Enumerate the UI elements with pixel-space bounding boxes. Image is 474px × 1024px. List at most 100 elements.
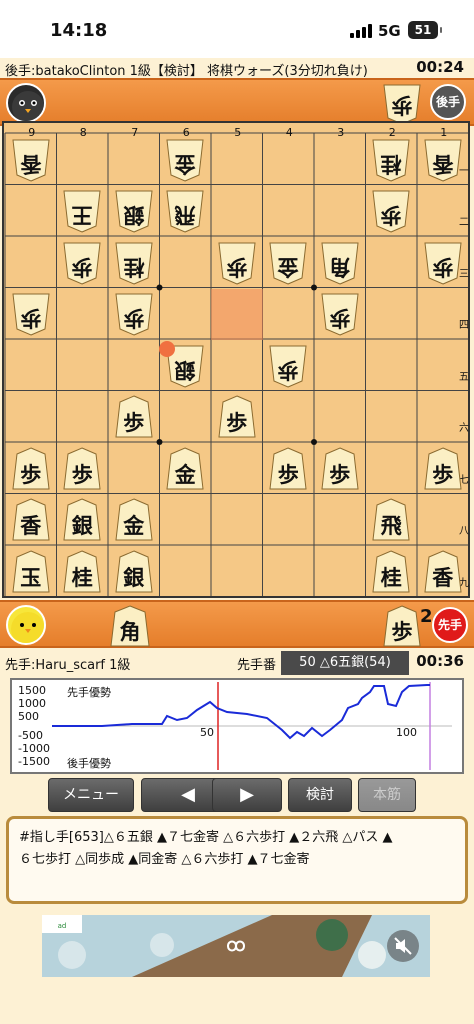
gote-turn-badge: 後手 bbox=[430, 84, 466, 120]
gote-piece[interactable]: 歩 bbox=[267, 343, 309, 389]
sente-hand: 角 歩 2 先手 bbox=[0, 600, 474, 648]
gote-piece[interactable]: 桂 bbox=[113, 240, 155, 286]
piece-label: 歩 bbox=[226, 254, 248, 280]
sente-piece[interactable]: 玉 bbox=[10, 549, 52, 595]
sente-piece[interactable]: 桂 bbox=[61, 549, 103, 595]
sente-piece[interactable]: 飛 bbox=[370, 497, 412, 543]
battery-icon: 51 bbox=[408, 21, 442, 39]
sente-hand-bishop[interactable]: 角 bbox=[108, 604, 152, 648]
piece-label: 金 bbox=[174, 461, 196, 487]
column-label: 7 bbox=[131, 126, 139, 139]
sente-piece[interactable]: 歩 bbox=[319, 446, 361, 492]
gote-piece[interactable]: 歩 bbox=[422, 240, 464, 286]
y-label-1500: 1500 bbox=[18, 684, 46, 697]
gote-piece[interactable]: 香 bbox=[422, 137, 464, 183]
mute-icon[interactable] bbox=[387, 930, 419, 962]
row-label: 八 bbox=[459, 526, 469, 538]
row-label: 二 bbox=[459, 217, 469, 229]
piece-label: 金 bbox=[123, 513, 145, 539]
piece-label: 歩 bbox=[226, 410, 248, 436]
y-label-neg500: -500 bbox=[18, 729, 43, 742]
sente-piece[interactable]: 歩 bbox=[10, 446, 52, 492]
star-point bbox=[311, 284, 317, 291]
piece-label: 香 bbox=[20, 151, 42, 177]
sente-piece[interactable]: 銀 bbox=[113, 549, 155, 595]
gote-piece[interactable]: 歩 bbox=[370, 188, 412, 234]
sente-piece[interactable]: 金 bbox=[113, 497, 155, 543]
status-time: 14:18 bbox=[50, 20, 108, 41]
sente-piece[interactable]: 金 bbox=[164, 446, 206, 492]
gote-piece[interactable]: 王 bbox=[61, 188, 103, 234]
kifu-line-1: #指し手[653]△６五銀 ▲７七金寄 △６六歩打 ▲２六飛 △パス ▲ bbox=[19, 830, 393, 845]
piece-label: 歩 bbox=[329, 306, 351, 332]
next-move-button[interactable]: ▶ bbox=[212, 778, 282, 812]
sente-piece[interactable]: 歩 bbox=[267, 446, 309, 492]
gote-piece[interactable]: 歩 bbox=[319, 291, 361, 337]
piece-label: 歩 bbox=[391, 93, 413, 118]
star-point bbox=[311, 439, 317, 445]
gote-piece[interactable]: 角 bbox=[319, 240, 361, 286]
kifu-panel[interactable]: #指し手[653]△６五銀 ▲７七金寄 △６六歩打 ▲２六飛 △パス ▲ ６七歩… bbox=[6, 816, 468, 904]
y-label-neg1500: -1500 bbox=[18, 755, 50, 768]
penguin-icon bbox=[12, 91, 44, 121]
menu-button[interactable]: メニュー bbox=[48, 778, 134, 812]
piece-label: 銀 bbox=[174, 357, 196, 383]
gote-player-info: 後手:batakoClinton 1級【検討】 将棋ウォーズ(3分切れ負け) bbox=[5, 64, 368, 79]
x-label-50: 50 bbox=[200, 726, 214, 739]
analyze-button[interactable]: 検討 bbox=[288, 778, 352, 812]
sente-piece[interactable]: 桂 bbox=[370, 549, 412, 595]
piece-label: 桂 bbox=[380, 151, 402, 177]
piece-label: 香 bbox=[432, 151, 454, 177]
sente-hand-pawn[interactable]: 歩 bbox=[383, 604, 421, 648]
row-label: 六 bbox=[459, 423, 469, 435]
sente-piece[interactable]: 銀 bbox=[61, 497, 103, 543]
evaluation-graph[interactable]: 先手優勢 後手優勢 1500 1000 500 -500 -1000 -1500… bbox=[10, 678, 464, 774]
gote-piece[interactable]: 桂 bbox=[370, 137, 412, 183]
sente-piece[interactable]: 歩 bbox=[422, 446, 464, 492]
piece-label: 角 bbox=[119, 619, 141, 644]
piece-label: 桂 bbox=[380, 564, 402, 590]
sente-avatar bbox=[6, 605, 46, 645]
star-point bbox=[156, 439, 163, 445]
gote-piece[interactable]: 金 bbox=[164, 137, 206, 183]
last-move-marker bbox=[158, 341, 175, 357]
star-point bbox=[156, 284, 163, 291]
piece-label: 歩 bbox=[432, 461, 454, 487]
gote-avatar bbox=[6, 83, 46, 123]
kifu-line-2: ６七歩打 △同歩成 ▲同金寄 △６六歩打 ▲７七金寄 bbox=[19, 852, 310, 867]
gote-piece[interactable]: 歩 bbox=[113, 291, 155, 337]
gote-piece[interactable]: 飛 bbox=[164, 188, 206, 234]
gote-hand-pawn[interactable]: 歩 bbox=[383, 82, 421, 126]
y-label-500: 500 bbox=[18, 710, 39, 723]
piece-label: 銀 bbox=[71, 513, 93, 539]
y-label-1000: 1000 bbox=[18, 697, 46, 710]
gote-piece[interactable]: 歩 bbox=[10, 291, 52, 337]
gote-piece[interactable]: 歩 bbox=[216, 240, 258, 286]
piece-label: 玉 bbox=[20, 564, 42, 590]
x-label-100: 100 bbox=[396, 726, 417, 739]
sente-piece[interactable]: 歩 bbox=[61, 446, 103, 492]
gote-advantage-label: 後手優勢 bbox=[67, 757, 111, 770]
sente-piece[interactable]: 香 bbox=[10, 497, 52, 543]
ad-banner[interactable]: ad bbox=[42, 915, 430, 977]
gote-piece[interactable]: 銀 bbox=[113, 188, 155, 234]
piece-label: 桂 bbox=[123, 254, 145, 280]
piece-label: 歩 bbox=[277, 461, 299, 487]
current-move: 50 △6五銀(54) bbox=[281, 651, 409, 675]
column-label: 8 bbox=[79, 126, 87, 139]
piece-label: 歩 bbox=[432, 254, 454, 280]
gote-piece[interactable]: 香 bbox=[10, 137, 52, 183]
network-label: 5G bbox=[378, 22, 401, 40]
sente-player-info: 先手:Haru_scarf 1級 bbox=[5, 658, 131, 673]
piece-label: 歩 bbox=[391, 619, 413, 644]
sente-piece[interactable]: 歩 bbox=[113, 394, 155, 440]
sente-piece[interactable]: 香 bbox=[422, 549, 464, 595]
sente-advantage-label: 先手優勢 bbox=[67, 686, 111, 699]
gote-info-row: 後手:batakoClinton 1級【検討】 将棋ウォーズ(3分切れ負け) 0… bbox=[0, 58, 474, 79]
gote-piece[interactable]: 金 bbox=[267, 240, 309, 286]
piece-label: 歩 bbox=[71, 461, 93, 487]
sente-pawn-count: 2 bbox=[420, 606, 433, 627]
gote-piece[interactable]: 歩 bbox=[61, 240, 103, 286]
sente-piece[interactable]: 歩 bbox=[216, 394, 258, 440]
column-label: 3 bbox=[337, 126, 345, 139]
